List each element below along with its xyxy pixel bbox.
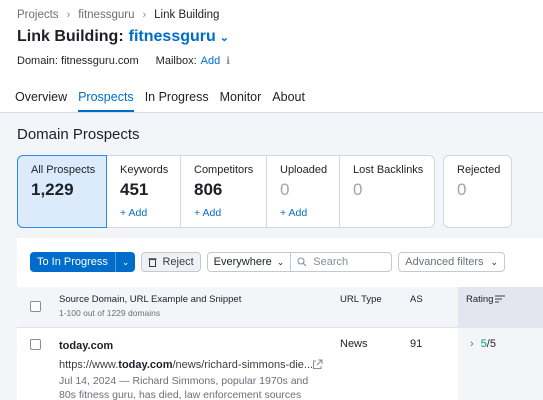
- chevron-right-icon[interactable]: ›: [470, 338, 474, 350]
- trash-icon: [148, 258, 157, 267]
- page-title: Link Building: fitnessguru ⌄: [17, 28, 229, 46]
- card-label: Uploaded: [280, 164, 328, 176]
- chevron-right-icon: ›: [66, 9, 71, 21]
- table-header: Source Domain, URL Example and Snippet 1…: [17, 287, 543, 328]
- advanced-filters-button[interactable]: Advanced filters ⌄: [398, 252, 506, 272]
- breadcrumb-project[interactable]: fitnessguru: [78, 9, 134, 21]
- reject-label: Reject: [162, 256, 194, 268]
- to-in-progress-button[interactable]: To In Progress ⌄: [30, 252, 136, 272]
- chevron-down-icon[interactable]: ⌄: [114, 252, 136, 272]
- card-label: Competitors: [194, 164, 254, 176]
- chevron-down-icon: ⌄: [490, 256, 499, 267]
- rating-max: /5: [486, 338, 496, 350]
- breadcrumb-current: Link Building: [154, 9, 220, 21]
- tab-bar: Overview Prospects In Progress Monitor A…: [15, 90, 316, 112]
- row-url[interactable]: https://www.today.com/news/richard-simmo…: [59, 359, 313, 371]
- prospect-cards: All Prospects 1,229 Keywords 451 + Add C…: [17, 155, 512, 228]
- add-keywords-link[interactable]: + Add: [120, 207, 167, 219]
- tab-prospects[interactable]: Prospects: [78, 90, 134, 112]
- card-all-prospects[interactable]: All Prospects 1,229: [17, 155, 107, 228]
- location-select[interactable]: Everywhere ⌄: [206, 252, 292, 272]
- mailbox-add-link[interactable]: Add: [201, 55, 221, 67]
- external-link-icon[interactable]: [312, 359, 323, 370]
- domain-text: Domain: fitnessguru.com: [17, 55, 139, 67]
- section-title: Domain Prospects: [17, 126, 140, 143]
- project-meta: Domain: fitnessguru.com Mailbox: Add ℹ: [17, 55, 230, 67]
- card-value: 0: [353, 180, 363, 199]
- header-url-type[interactable]: URL Type: [340, 294, 382, 305]
- card-label: Keywords: [120, 164, 169, 176]
- tab-overview[interactable]: Overview: [15, 90, 67, 112]
- sort-icon[interactable]: [495, 295, 505, 303]
- card-value: 451: [120, 180, 149, 199]
- row-domain[interactable]: today.com: [59, 340, 113, 352]
- table-toolbar: To In Progress ⌄ Reject Everywhere ⌄ Sea…: [30, 252, 506, 272]
- search-placeholder: Search: [313, 256, 349, 268]
- tab-divider: [0, 112, 543, 113]
- card-value: 0: [280, 180, 290, 199]
- card-label: All Prospects: [31, 164, 96, 176]
- header-rating[interactable]: Rating: [466, 294, 493, 305]
- search-icon: [297, 257, 307, 267]
- card-value: 0: [457, 180, 467, 199]
- card-competitors[interactable]: Competitors 806 + Add: [181, 155, 267, 228]
- card-value: 806: [194, 180, 223, 199]
- card-rejected[interactable]: Rejected 0: [443, 155, 512, 228]
- project-selector[interactable]: fitnessguru: [129, 28, 216, 46]
- select-all-checkbox[interactable]: [30, 301, 41, 312]
- header-count: 1-100 out of 1229 domains: [59, 308, 161, 318]
- card-label: Rejected: [457, 164, 501, 176]
- header-source[interactable]: Source Domain, URL Example and Snippet: [59, 294, 241, 305]
- chevron-down-icon[interactable]: ⌄: [220, 31, 229, 44]
- prospects-table-panel: To In Progress ⌄ Reject Everywhere ⌄ Sea…: [17, 238, 543, 400]
- card-keywords[interactable]: Keywords 451 + Add: [107, 155, 181, 228]
- row-checkbox[interactable]: [30, 339, 41, 350]
- breadcrumb-projects[interactable]: Projects: [17, 9, 59, 21]
- add-uploaded-link[interactable]: + Add: [280, 207, 326, 219]
- tab-in-progress[interactable]: In Progress: [145, 90, 209, 112]
- header-as[interactable]: AS: [410, 294, 423, 305]
- search-input[interactable]: Search: [291, 252, 393, 272]
- info-icon[interactable]: ℹ: [226, 56, 230, 67]
- chevron-down-icon: ⌄: [276, 256, 285, 267]
- row-rating[interactable]: › 5/5: [470, 338, 496, 350]
- row-as: 91: [410, 338, 423, 350]
- to-in-progress-label: To In Progress: [37, 256, 108, 268]
- page-title-text: Link Building:: [17, 28, 124, 45]
- card-value: 1,229: [31, 180, 74, 199]
- card-lost-backlinks[interactable]: Lost Backlinks 0: [340, 155, 435, 228]
- add-competitors-link[interactable]: + Add: [194, 207, 253, 219]
- reject-button[interactable]: Reject: [141, 252, 201, 272]
- tab-about[interactable]: About: [272, 90, 305, 112]
- card-label: Lost Backlinks: [353, 164, 424, 176]
- mailbox-label: Mailbox:: [155, 55, 197, 67]
- chevron-right-icon: ›: [142, 9, 147, 21]
- row-snippet: Jul 14, 2024 — Richard Simmons, popular …: [59, 375, 309, 400]
- advanced-filters-label: Advanced filters: [405, 256, 484, 268]
- card-uploaded[interactable]: Uploaded 0 + Add: [267, 155, 340, 228]
- header-area: Projects › fitnessguru › Link Building L…: [0, 0, 543, 113]
- tab-monitor[interactable]: Monitor: [220, 90, 262, 112]
- row-url-type: News: [340, 338, 368, 350]
- breadcrumb: Projects › fitnessguru › Link Building: [17, 9, 219, 21]
- location-value: Everywhere: [213, 256, 272, 268]
